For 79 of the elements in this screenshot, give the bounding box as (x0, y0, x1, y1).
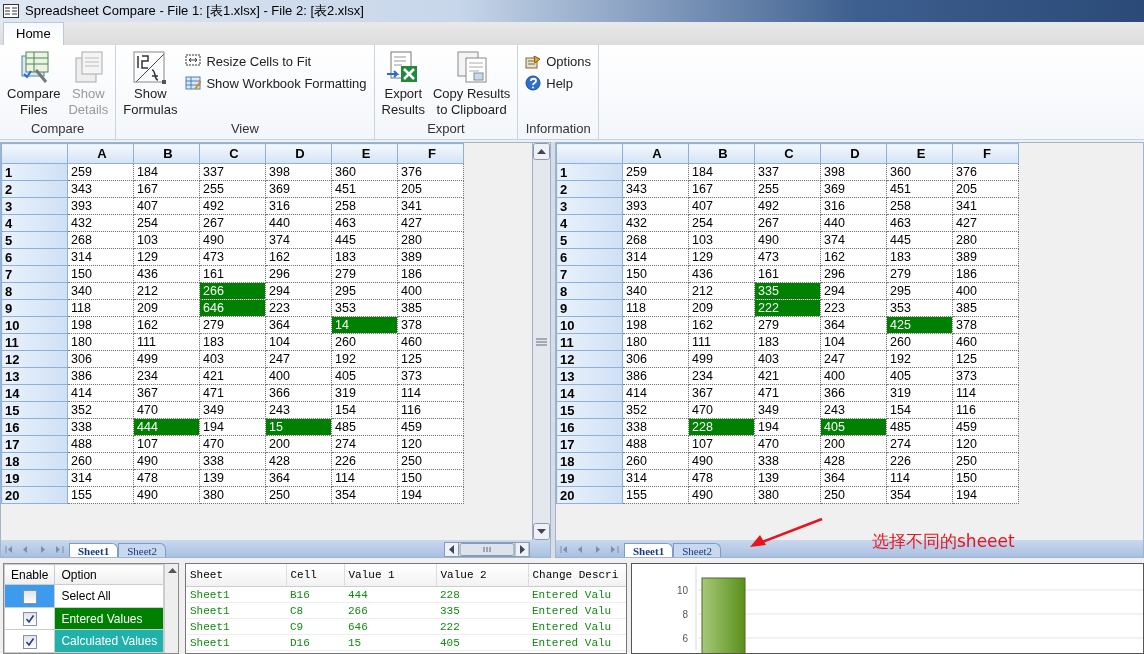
table-cell: 646 (344, 618, 436, 635)
table-cell: Entered Valu (528, 634, 626, 651)
group-label: Export (426, 121, 466, 138)
window-title: Spreadsheet Compare - File 1: [表1.xlsx] - File 2: [表2.xlsx] (25, 2, 364, 20)
column-header[interactable]: C (199, 143, 266, 164)
column-header[interactable]: E (331, 143, 398, 164)
corner-cell (1, 143, 68, 164)
column-header[interactable]: E (886, 143, 953, 164)
checkbox[interactable] (22, 589, 37, 604)
sheet-tab[interactable]: Sheet2 (673, 543, 722, 557)
table-cell: 405 (436, 634, 528, 651)
enable-cell[interactable] (4, 584, 55, 608)
column-header: Enable (4, 564, 55, 585)
checkbox[interactable] (22, 634, 37, 649)
column-header[interactable]: B (688, 143, 755, 164)
table-cell: Entered Valu (528, 618, 626, 635)
ribbon-button[interactable]: Copy Results to Clipboard (429, 49, 514, 121)
axis-tick-label: 6 (682, 633, 688, 644)
table-cell: 444 (344, 586, 436, 603)
table-cell: Sheet1 (186, 602, 286, 619)
check-icon (23, 635, 36, 648)
table-cell: 228 (436, 586, 528, 603)
ribbon-button[interactable]: Show Workbook Formatting (182, 73, 370, 93)
group-label: Compare (29, 121, 86, 138)
options-icon (525, 53, 542, 69)
table-cell: C9 (286, 618, 344, 635)
grip-icon (534, 336, 549, 347)
column-header[interactable]: Value 1 (344, 564, 436, 587)
column-header[interactable]: B (133, 143, 200, 164)
table-cell: Sheet1 (186, 618, 286, 635)
column-header[interactable]: F (397, 143, 464, 164)
formula-icon (132, 50, 169, 86)
sheet-tab[interactable]: Sheet1 (624, 543, 674, 557)
ribbon-button[interactable]: Help (522, 73, 595, 93)
checkbox[interactable] (22, 612, 37, 627)
table-cell: 266 (344, 602, 436, 619)
ribbon-button[interactable]: Options (522, 51, 595, 71)
ribbon-tab[interactable]: Home (3, 22, 64, 45)
column-header[interactable]: A (622, 143, 689, 164)
table-cell: Sheet1 (186, 586, 286, 603)
ribbon-button[interactable]: Compare Files (4, 49, 64, 121)
app-icon (3, 4, 19, 18)
ribbon-button[interactable]: Resize Cells to Fit (182, 51, 370, 71)
column-header[interactable]: Cell (286, 564, 344, 587)
column-header[interactable]: F (952, 143, 1019, 164)
annotation-text: 选择不同的sheeet (872, 530, 1015, 553)
option-label[interactable]: Select All (54, 584, 164, 608)
table-cell: 222 (436, 618, 528, 635)
table-cell: 15 (344, 634, 436, 651)
resize-icon (185, 53, 202, 69)
axis-tick-label: 8 (682, 609, 688, 620)
help-icon (525, 75, 542, 91)
table-cell: C8 (286, 602, 344, 619)
table-cell: 335 (436, 602, 528, 619)
column-header[interactable]: Sheet (186, 564, 286, 587)
check-icon (23, 613, 36, 626)
column-header[interactable]: C (754, 143, 821, 164)
sheet-tab[interactable]: Sheet1 (69, 543, 119, 557)
table-cell: Sheet1 (186, 634, 286, 651)
group-label: View (229, 121, 260, 138)
group-label: Information (524, 121, 592, 138)
table-cell: B16 (286, 586, 344, 603)
ribbon-button[interactable]: Export Results (378, 49, 428, 121)
ribbon-button[interactable]: Show Formulas (120, 49, 181, 121)
table-cell: Entered Valu (528, 586, 626, 603)
table-icon (185, 75, 202, 91)
enable-cell[interactable] (4, 629, 55, 653)
column-header: Option (54, 564, 164, 585)
column-header[interactable]: D (265, 143, 332, 164)
table-cell: Entered Valu (528, 602, 626, 619)
axis-tick-label: 10 (676, 585, 688, 596)
column-header[interactable]: Change Descri (528, 564, 626, 587)
corner-cell (556, 143, 623, 164)
sheet-tab[interactable]: Sheet2 (118, 543, 167, 557)
column-header[interactable]: A (67, 143, 134, 164)
column-header[interactable]: Value 2 (436, 564, 528, 587)
table-cell: D16 (286, 634, 344, 651)
enable-cell[interactable] (4, 607, 55, 630)
column-header[interactable]: D (820, 143, 887, 164)
